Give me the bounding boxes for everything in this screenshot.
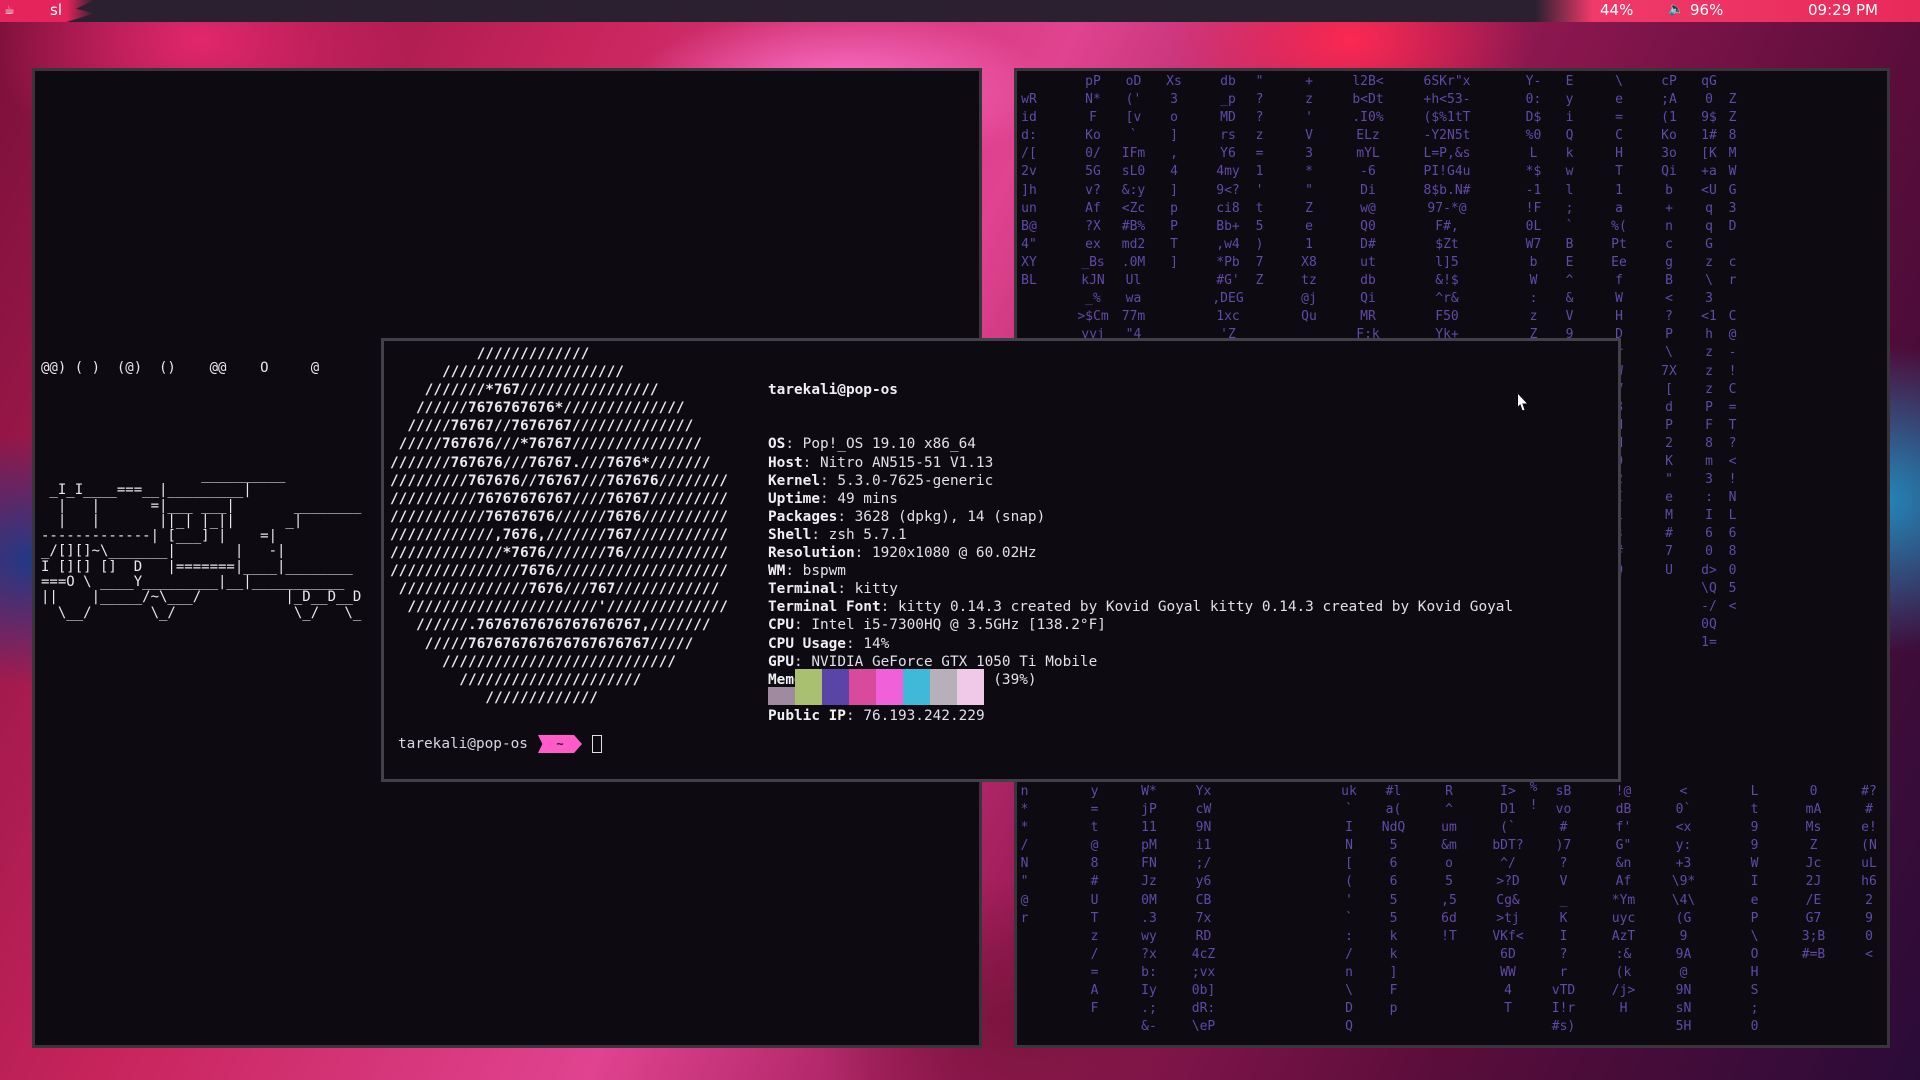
matrix-column: db _p MD rs Y6 4my 9<? ci8 Bb+ ,w4 *Pb #… [1212, 74, 1244, 343]
palette-swatch [768, 687, 795, 705]
matrix-column: Yx cW 9N i1 ;/ y6 CB 7x RD 4cZ ;vx 0b] d… [1191, 784, 1216, 1035]
matrix-column: pP N* F Ko 0/ 5G v? Af ?X ex _Bs kJN _% … [1077, 74, 1109, 360]
info-value: bspwm [802, 563, 846, 580]
info-value: 1920x1080 @ 60.02Hz [871, 545, 1037, 562]
matrix-column: R ^ um &m o 5 ,5 6d !T [1441, 784, 1457, 944]
info-value: 76.193.242.229 [863, 707, 985, 724]
matrix-column: E y i Q k w l ; ` B E ^ & V 9 [1565, 74, 1574, 343]
sl-smoke-art: @@) ( ) (@) () @@ O @ [41, 360, 320, 376]
palette-swatch [795, 669, 822, 705]
matrix-column: wR id d: /[ 2v ]h un B@ 4" XY BL [1021, 92, 1037, 289]
matrix-column: l2B< b<Dt .I0% ELz mYL -6 Di w@ Q0 D# ut… [1352, 74, 1384, 343]
info-key: OS [768, 436, 786, 453]
info-key: Terminal [768, 581, 838, 598]
info-line: Resolution: 1920x1080 @ 60.02Hz [768, 545, 1037, 562]
matrix-column: cP ;A (1 Ko 3o Qi b + n c g B < ? P \ 7X… [1661, 74, 1677, 578]
info-line: Uptime: 49 mins [768, 490, 898, 507]
info-key: Host [768, 454, 803, 471]
shell-prompt[interactable]: tarekali@pop-os ~ [398, 735, 602, 753]
info-line: OS: Pop!_OS 19.10 x86_64 [768, 436, 976, 453]
info-value: kitty [854, 581, 898, 598]
matrix-column: + z ' V 3 * " Z e 1 X8 tz @j Qu [1301, 74, 1317, 325]
info-key: Packages [768, 508, 838, 525]
info-key: WM [768, 563, 786, 580]
info-key: CPU Usage [768, 635, 846, 652]
matrix-column: L t 9 9 W I e P \ O H S ; 0 [1750, 784, 1759, 1035]
info-line: Host: Nitro AN515-51 V1.13 [768, 454, 994, 471]
matrix-column: !@ dB f' G" &n Af *Ym uyc AzT :& (k /j> … [1611, 784, 1636, 1017]
info-value: 49 mins [837, 490, 898, 507]
info-line: Kernel: 5.3.0-7625-generic [768, 472, 994, 489]
sl-train-art: __________ _I_I____===__|_________| | | … [41, 467, 362, 621]
matrix-column: " ? ? z = 1 ' t 5 ) 7 Z [1255, 74, 1264, 289]
matrix-column: Z Z 8 M W G 3 D c r C @ - ! C = T ? < ! … [1728, 92, 1737, 614]
matrix-column: uk ` I N [ ( ' ` : / n \ D Q [1341, 784, 1357, 1035]
popos-ascii-logo: ///////////// ///////////////////// ////… [390, 346, 728, 706]
volume-indicator: 96% [1690, 1, 1724, 19]
battery-indicator: 44% [1600, 1, 1634, 19]
info-value: Nitro AN515-51 V1.13 [819, 454, 994, 471]
workspace-label[interactable]: sl [50, 1, 62, 19]
top-bar: ☕ sl 44% 🔈 96% 09:29 PM [0, 0, 1920, 22]
info-line: CPU Usage: 14% [768, 635, 890, 652]
prompt-user: tarekali@pop-os [398, 736, 528, 752]
matrix-column: < 0` <x y: +3 \9* \4\ (G 9 9A @ 9N sN 5H [1671, 784, 1696, 1035]
info-value: Intel i5-7300HQ @ 3.5GHz [138.2°F] [811, 617, 1106, 634]
info-value: 14% [863, 635, 890, 652]
palette-swatch [903, 669, 930, 705]
info-key: Uptime [768, 490, 820, 507]
info-line: WM: bspwm [768, 563, 846, 580]
palette-swatch [957, 669, 984, 705]
matrix-column: #l a( NdQ 5 6 6 5 5 k k ] F p [1381, 784, 1406, 1017]
matrix-column: Xs 3 o ] , 4 ] p P T ] [1166, 74, 1182, 270]
info-key: CPU [768, 617, 794, 634]
info-value: 5.3.0-7625-generic [837, 472, 994, 489]
clock: 09:29 PM [1808, 1, 1878, 19]
prompt-arrow-icon: ~ [537, 735, 582, 753]
volume-icon[interactable]: 🔈 [1668, 2, 1684, 17]
terminal-window-neofetch[interactable]: ///////////// ///////////////////// ////… [381, 338, 1621, 782]
matrix-column: y = t @ 8 # U T z / = A F [1090, 784, 1099, 1017]
info-key: Resolution [768, 545, 855, 562]
info-key: Shell [768, 526, 812, 543]
matrix-column: oD (' [v ` IFm sL0 &:y <Zc #B% md2 .0M U… [1121, 74, 1146, 343]
text-cursor [591, 735, 602, 753]
info-key: Public IP [768, 707, 846, 724]
info-line: GPU: NVIDIA GeForce GTX 1050 Ti Mobile [768, 653, 1098, 670]
info-line: Terminal Font: kitty 0.14.3 created by K… [768, 599, 1514, 616]
info-value: kitty 0.14.3 created by Kovid Goyal kitt… [897, 599, 1514, 616]
palette-swatch [849, 669, 876, 705]
matrix-column: W* jP 11 pM FN Jz 0M .3 wy ?x b: Iy .; &… [1141, 784, 1157, 1035]
info-line: CPU: Intel i5-7300HQ @ 3.5GHz [138.2°F] [768, 617, 1106, 634]
palette-swatch [822, 669, 849, 705]
matrix-column: I> D1 (` bDT? ^/ >?D Cg& >tj VKf< 6D WW … [1492, 784, 1524, 1017]
info-key: GPU [768, 653, 794, 670]
info-key: Kernel [768, 472, 820, 489]
matrix-column: #? # e! (N uL h6 2 9 0 < [1861, 784, 1877, 962]
color-palette [768, 669, 984, 705]
matrix-column: 0 mA Ms Z Jc 2J /E G7 3;B #=B [1801, 784, 1826, 962]
info-line: Terminal: kitty [768, 581, 898, 598]
coffee-cup-icon[interactable]: ☕ [4, 3, 16, 17]
palette-swatch [930, 669, 957, 705]
info-line: Shell: zsh 5.7.1 [768, 526, 907, 543]
info-value: Pop!_OS 19.10 x86_64 [802, 436, 976, 453]
matrix-column: 6SKr"x +h<53- ($%1tT -Y2N5t L=P,&s PI!G4… [1423, 74, 1471, 343]
user-host-title: tarekali@pop-os [768, 382, 898, 399]
matrix-column: qG 0 9$ 1# [K +a <U q q G z \ 3 <1 h z z… [1701, 74, 1717, 650]
info-value: zsh 5.7.1 [828, 526, 907, 543]
info-value: 3628 (dpkg), 14 (snap) [854, 508, 1046, 525]
info-line: Public IP: 76.193.242.229 [768, 707, 985, 724]
info-line: Packages: 3628 (dpkg), 14 (snap) [768, 508, 1046, 525]
palette-swatch [876, 669, 903, 705]
info-value: NVIDIA GeForce GTX 1050 Ti Mobile [811, 653, 1098, 670]
matrix-column: sB vo # )7 ? V _ K I ? r vTD I!r #s) [1551, 784, 1576, 1035]
matrix-column: n * * / N " @ r [1020, 784, 1029, 926]
info-key: Terminal Font [768, 599, 881, 616]
